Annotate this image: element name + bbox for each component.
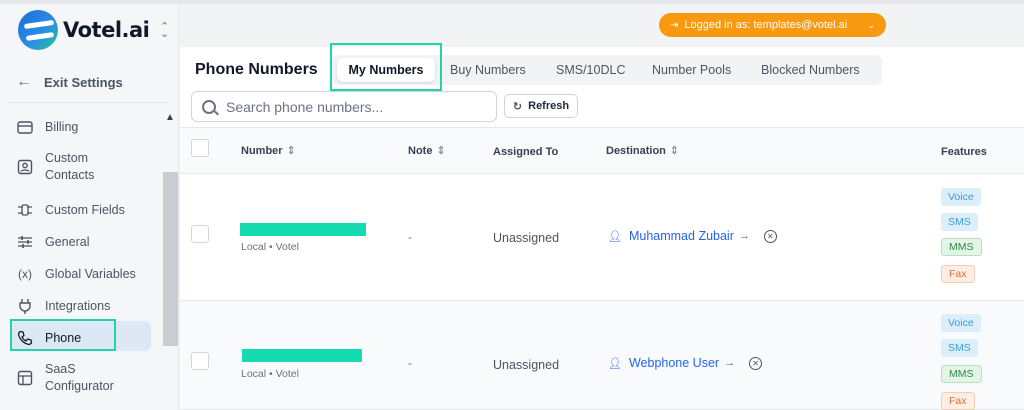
sidebar-scrollbar-thumb[interactable] (163, 172, 178, 346)
destination-link[interactable]: 👤︎ Muhammad Zubair → ✕ (608, 229, 777, 243)
search-input[interactable] (226, 98, 476, 115)
column-number[interactable]: Number ⇕ (241, 144, 296, 157)
feature-badge-sms: SMS (941, 339, 978, 357)
sidebar-item-label: Custom Fields (45, 202, 125, 217)
feature-badge-mms: MMS (941, 365, 982, 383)
column-label: Destination (606, 145, 666, 157)
column-destination[interactable]: Destination ⇕ (606, 144, 679, 157)
destination-label: Webphone User (628, 356, 720, 370)
scroll-up-arrow-icon[interactable]: ▲ (165, 112, 175, 123)
column-label: Note (408, 145, 433, 157)
tab-number-pools[interactable]: Number Pools (652, 63, 731, 77)
user-icon: 👤︎ (608, 230, 622, 243)
arrow-right-icon: → (724, 357, 736, 369)
assigned-value: Unassigned (493, 231, 560, 245)
contact-card-icon (16, 158, 34, 176)
column-assigned-to: Assigned To (493, 146, 559, 158)
sidebar-item-custom-contacts[interactable]: Custom Contacts (16, 150, 94, 184)
sidebar-item-label: General (45, 234, 90, 249)
sidebar-item-label: Integrations (45, 298, 111, 313)
sidebar-divider (8, 102, 168, 103)
number-type: Local • Votel (241, 241, 299, 253)
sidebar-item-billing[interactable]: Billing (16, 118, 78, 136)
custom-fields-icon (16, 201, 34, 219)
app-name: Votel.ai (63, 18, 150, 42)
row-checkbox[interactable] (191, 352, 209, 370)
sidebar-item-label: SaaS Configurator (45, 362, 114, 393)
sidebar-item-saas-configurator[interactable]: SaaS Configurator (16, 361, 114, 395)
remove-destination-icon[interactable]: ✕ (763, 229, 777, 243)
destination-label: Muhammad Zubair (628, 229, 734, 243)
sidebar-item-general[interactable]: General (16, 233, 89, 251)
sidebar-item-label: Billing (45, 119, 79, 134)
plug-icon (16, 297, 34, 315)
feature-badge-fax: Fax (941, 265, 975, 283)
feature-badge-voice: Voice (941, 314, 981, 332)
column-note[interactable]: Note ⇕ (408, 144, 446, 157)
feature-badge-sms: SMS (941, 213, 978, 231)
search-box (191, 91, 497, 122)
my-numbers-highlight-box (330, 43, 442, 91)
feature-badge-mms: MMS (941, 238, 982, 256)
remove-destination-icon[interactable]: ✕ (749, 356, 763, 370)
note-value: - (408, 356, 412, 370)
refresh-label: Refresh (528, 100, 570, 112)
arrow-left-icon: ← (16, 73, 32, 90)
sidebar-item-integrations[interactable]: Integrations (16, 297, 110, 315)
select-all-checkbox[interactable] (191, 139, 209, 157)
app-logo[interactable]: Votel.ai (18, 10, 150, 50)
number-type: Local • Votel (241, 368, 299, 380)
refresh-button[interactable]: ↻ Refresh (504, 94, 578, 118)
sliders-icon (16, 233, 34, 251)
account-switcher-chevron-icon[interactable]: ⌃ ⌄ (160, 22, 169, 40)
feature-badge-voice: Voice (941, 188, 981, 206)
variable-icon: (x) (18, 267, 32, 281)
row-checkbox[interactable] (191, 225, 209, 243)
search-icon (202, 99, 216, 114)
sort-icon: ⇕ (669, 145, 680, 157)
logged-in-as-pill[interactable]: ⇥ Logged in as: templates@votel.ai ⌄ (659, 13, 886, 37)
redacted-phone-number (242, 349, 362, 362)
note-value: - (408, 230, 412, 244)
exit-settings-label: Exit Settings (44, 74, 123, 90)
sidebar-item-global-variables[interactable]: (x) Global Variables (16, 265, 136, 283)
sort-icon: ⇕ (436, 145, 446, 157)
feature-badge-fax: Fax (941, 392, 975, 410)
column-features: Features (941, 146, 987, 158)
tab-buy-numbers[interactable]: Buy Numbers (450, 63, 526, 77)
user-icon: 👤︎ (608, 357, 622, 370)
logged-in-label: Logged in as: templates@votel.ai (684, 19, 848, 31)
sort-icon: ⇕ (286, 145, 296, 157)
phone-highlight-box (10, 319, 116, 351)
table-header (180, 127, 1024, 174)
column-label: Number (241, 145, 283, 157)
tab-blocked-numbers[interactable]: Blocked Numbers (761, 63, 860, 77)
saas-icon (16, 369, 34, 387)
tab-sms-10dlc[interactable]: SMS/10DLC (556, 63, 625, 77)
destination-link[interactable]: 👤︎ Webphone User → ✕ (608, 356, 763, 370)
table-row (180, 174, 1024, 301)
page-title: Phone Numbers (195, 61, 318, 78)
arrow-right-icon: → (738, 230, 750, 242)
assigned-value: Unassigned (493, 358, 560, 372)
redacted-phone-number (240, 223, 366, 236)
refresh-icon: ↻ (512, 100, 523, 113)
sidebar-item-custom-fields[interactable]: Custom Fields (16, 201, 125, 219)
votel-globe-icon (18, 10, 58, 50)
sign-out-icon: ⇥ (670, 19, 679, 31)
exit-settings-link[interactable]: ← Exit Settings (16, 73, 123, 91)
sidebar-item-label: Global Variables (45, 266, 136, 281)
sidebar-item-label: Custom Contacts (45, 151, 95, 182)
chevron-down-icon: ⌄ (867, 19, 875, 30)
credit-card-icon (16, 118, 34, 136)
